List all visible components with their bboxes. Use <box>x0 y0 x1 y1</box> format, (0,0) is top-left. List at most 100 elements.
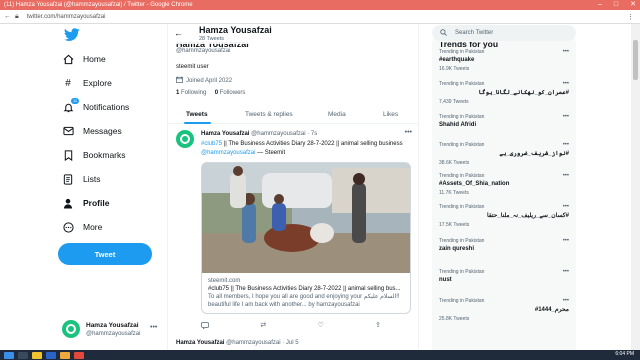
start-icon[interactable] <box>4 351 14 359</box>
clock[interactable]: 6:04 PM <box>615 351 634 357</box>
more-dots-icon[interactable]: ••• <box>150 324 157 331</box>
like-icon[interactable]: ♡ <box>318 321 324 331</box>
trend-item[interactable]: Trending in Pakistan nust ••• <box>439 269 569 283</box>
sidebar-item-lists[interactable]: Lists <box>62 171 100 187</box>
header-profile-name: Hamza Yousafzai <box>199 25 272 35</box>
search-taskbar-icon[interactable] <box>18 351 28 359</box>
next-tweet-preview[interactable]: Hamza Yousafzai @hammzayousafzai · Jul 5 <box>176 340 416 346</box>
reply-icon[interactable] <box>201 321 209 331</box>
sidebar-item-label: Notifications <box>83 102 130 112</box>
followers-link[interactable]: 0 Followers <box>215 90 246 96</box>
tweet-button[interactable]: Tweet <box>58 243 152 265</box>
trend-name: #نواز_شریف_ضروری_ہے <box>499 151 569 157</box>
trend-item[interactable]: Trending in Pakistan #عمران_کو_نھکانے_لگا… <box>439 81 569 105</box>
retweet-icon[interactable]: ⇄ <box>260 321 266 331</box>
tweet-author-name[interactable]: Hamza Yousafzai <box>201 131 249 137</box>
maximize-icon[interactable]: □ <box>614 0 618 10</box>
twitter-logo-icon[interactable] <box>64 28 80 42</box>
url-field[interactable]: twitter.com/hammzayousafzai <box>27 14 106 20</box>
trend-more-icon[interactable]: ••• <box>563 173 569 179</box>
search-input[interactable]: Search Twitter <box>432 25 576 41</box>
trend-more-icon[interactable]: ••• <box>563 142 569 148</box>
tweet-author-handle: @hammzayousafzai · 7s <box>251 131 318 137</box>
account-switcher[interactable]: Hamza Yousafzai @hammzayousafzai ••• <box>62 320 157 338</box>
trend-name: #کسان_سے_ریلیف_نہ_ملنا_حتقا <box>487 213 569 219</box>
sidebar-item-more[interactable]: More <box>62 219 102 235</box>
tab-tweets-replies[interactable]: Tweets & replies <box>245 111 293 118</box>
tab-tweets[interactable]: Tweets <box>186 111 208 118</box>
trend-context: Trending in Pakistan <box>439 204 485 210</box>
tweet-body: || The Business Activities Diary 28-7-20… <box>222 141 403 147</box>
tweet-tail: — Steemit <box>255 149 286 156</box>
card-meta: steemit.com #club75 || The Business Acti… <box>202 273 410 313</box>
tab-media[interactable]: Media <box>328 111 346 118</box>
trend-item[interactable]: Trending in Pakistan #Assets_Of_Shia_nati… <box>439 173 569 196</box>
card-description: To all members, I hope you all are good … <box>208 294 400 308</box>
trend-item[interactable]: Trending in Pakistan #کسان_سے_ریلیف_نہ_مل… <box>439 204 569 228</box>
trend-item[interactable]: Trending in Pakistan Shahid Afridi ••• <box>439 114 569 128</box>
trend-count: 38.6K Tweets <box>439 160 470 166</box>
tweet-more-icon[interactable]: ••• <box>405 129 412 136</box>
hashtag-link[interactable]: #club75 <box>201 141 222 147</box>
link-card[interactable]: steemit.com #club75 || The Business Acti… <box>201 162 411 314</box>
back-icon[interactable]: ← <box>4 13 11 21</box>
trend-context: Trending in Pakistan <box>439 238 485 244</box>
trend-more-icon[interactable]: ••• <box>563 298 569 304</box>
bell-icon: 11 <box>62 98 80 113</box>
trend-count: 16.9K Tweets <box>439 66 470 72</box>
trend-context: Trending in Pakistan <box>439 114 485 120</box>
trend-more-icon[interactable]: ••• <box>563 81 569 87</box>
account-name: Hamza Yousafzai <box>86 321 139 329</box>
trend-more-icon[interactable]: ••• <box>563 114 569 120</box>
sidebar-item-bookmarks[interactable]: Bookmarks <box>62 147 126 163</box>
profile-tabs: Tweets Tweets & replies Media Likes <box>168 106 418 124</box>
trend-name: #earthquake <box>439 57 475 63</box>
tweet-actions: ⇄ ♡ ⇪ <box>201 321 411 331</box>
trend-context: Trending in Pakistan <box>439 142 485 148</box>
sidebar-item-messages[interactable]: Messages <box>62 123 122 139</box>
sidebar-item-profile[interactable]: Profile <box>62 195 109 211</box>
back-arrow-icon[interactable]: ← <box>174 28 183 38</box>
scrollbar-thumb[interactable] <box>633 40 638 80</box>
trends-panel: Trends for you Trending in Pakistan #eart… <box>432 36 576 350</box>
avatar[interactable] <box>176 130 194 148</box>
next-tweet-author: Hamza Yousafzai <box>176 340 225 346</box>
card-image <box>202 163 410 273</box>
followers-count: 0 <box>214 90 219 96</box>
card-domain: steemit.com <box>208 278 241 284</box>
joined-text: Joined April 2022 <box>186 77 233 84</box>
browser-menu-icon[interactable]: ⋮ <box>627 13 634 21</box>
sidebar-item-explore[interactable]: # Explore <box>62 75 112 91</box>
window-title: (11) Hamza Yousafzai (@hammzayousafzai) … <box>4 2 193 8</box>
address-bar: ← 🔒︎ twitter.com/hammzayousafzai ⋮ <box>0 10 640 24</box>
trend-more-icon[interactable]: ••• <box>563 204 569 210</box>
card-title: #club75 || The Business Activities Diary… <box>208 286 401 292</box>
trend-item[interactable]: Trending in Pakistan #نواز_شریف_ضروری_ہے 3… <box>439 142 569 166</box>
tab-likes[interactable]: Likes <box>383 111 398 118</box>
account-handle: @hammzayousafzai <box>86 330 141 337</box>
trend-more-icon[interactable]: ••• <box>563 49 569 55</box>
page-scrollbar[interactable] <box>631 24 640 350</box>
calendar-icon <box>176 76 183 85</box>
share-icon[interactable]: ⇪ <box>375 321 381 331</box>
trend-count: 11.7K Tweets <box>439 190 469 196</box>
main-column: Hamza Yousafzai ← Hamza Yousafzai 28 Twe… <box>167 24 419 350</box>
app-icon[interactable] <box>60 351 70 359</box>
trend-item[interactable]: Trending in Pakistan zain qureshi ••• <box>439 238 569 252</box>
trend-name: #Assets_Of_Shia_nation <box>439 181 510 187</box>
chrome-icon[interactable] <box>74 351 84 359</box>
mention-link[interactable]: @hammzayousafzai <box>201 150 255 156</box>
sidebar-item-home[interactable]: Home <box>62 51 106 67</box>
close-icon[interactable]: ✕ <box>630 0 636 10</box>
minimize-icon[interactable]: – <box>598 0 602 10</box>
word-icon[interactable] <box>46 351 56 359</box>
trend-item[interactable]: Trending in Pakistan #earthquake 16.9K Twe… <box>439 49 569 72</box>
trend-more-icon[interactable]: ••• <box>563 238 569 244</box>
sidebar-item-label: Lists <box>83 174 101 184</box>
file-explorer-icon[interactable] <box>32 351 42 359</box>
sidebar-item-notifications[interactable]: 11 Notifications <box>62 98 130 115</box>
trend-item[interactable]: Trending in Pakistan محرم_1444# 25.8K Twee… <box>439 298 569 322</box>
trend-more-icon[interactable]: ••• <box>563 269 569 275</box>
trend-name: Shahid Afridi <box>439 122 477 128</box>
following-link[interactable]: 1 Following <box>176 90 206 96</box>
